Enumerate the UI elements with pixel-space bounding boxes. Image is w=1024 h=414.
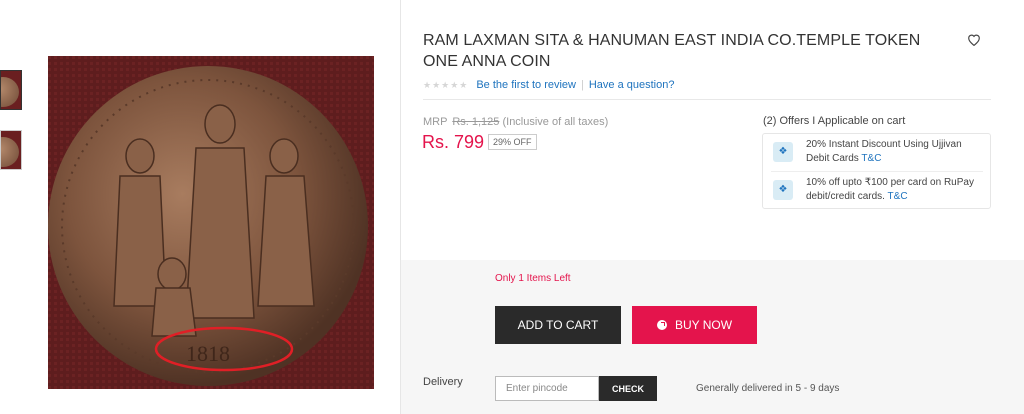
offer-divider bbox=[771, 171, 983, 172]
offer-terms-link[interactable]: T&C bbox=[888, 191, 908, 202]
tax-note: (Inclusive of all taxes) bbox=[502, 116, 609, 128]
offer-item: ❖ 20% Instant Discount Using Ujjivan Deb… bbox=[773, 138, 985, 166]
buy-panel: Only 1 Items Left ADD TO CART BUY NOW De… bbox=[401, 260, 1024, 414]
delivery-eta: Generally delivered in 5 - 9 days bbox=[696, 383, 840, 394]
question-link[interactable]: Have a question? bbox=[589, 79, 675, 91]
section-divider bbox=[423, 99, 991, 100]
add-to-cart-button[interactable]: ADD TO CART bbox=[495, 306, 621, 344]
offer-terms-link[interactable]: T&C bbox=[861, 153, 881, 164]
mrp-value: Rs. 1,125 bbox=[452, 116, 500, 128]
tag-icon: ❖ bbox=[773, 142, 793, 162]
rating-row: ★★★★★ Be the first to review | Have a qu… bbox=[423, 79, 674, 91]
thumbnail-1[interactable] bbox=[0, 70, 22, 110]
lightning-icon bbox=[656, 320, 667, 330]
product-main-image[interactable]: 1818 bbox=[48, 56, 374, 389]
stock-status: Only 1 Items Left bbox=[495, 273, 571, 284]
discount-badge: 29% OFF bbox=[488, 134, 537, 150]
offer-text: 20% Instant Discount Using Ujjivan Debit… bbox=[806, 139, 962, 164]
selling-price: Rs. 799 bbox=[422, 132, 485, 152]
rating-separator: | bbox=[581, 79, 584, 91]
thumbnail-strip bbox=[0, 70, 22, 190]
thumbnail-2[interactable] bbox=[0, 130, 22, 170]
buy-now-button[interactable]: BUY NOW bbox=[632, 306, 757, 344]
pincode-input[interactable] bbox=[495, 376, 599, 401]
offers-title: (2) Offers I Applicable on cart bbox=[763, 115, 906, 127]
mrp-label: MRP bbox=[423, 116, 448, 128]
tag-icon: ❖ bbox=[773, 180, 793, 200]
product-details: RAM LAXMAN SITA & HANUMAN EAST INDIA CO.… bbox=[401, 0, 1024, 414]
buy-now-label: BUY NOW bbox=[674, 318, 733, 332]
coin-year: 1818 bbox=[186, 341, 230, 366]
star-rating-icon: ★★★★★ bbox=[423, 79, 469, 90]
delivery-label: Delivery bbox=[423, 376, 463, 388]
check-pincode-button[interactable]: CHECK bbox=[599, 376, 657, 401]
product-gallery: 1818 bbox=[0, 0, 400, 414]
heart-outline-icon[interactable] bbox=[967, 33, 983, 49]
offers-box: ❖ 20% Instant Discount Using Ujjivan Deb… bbox=[762, 133, 991, 209]
mrp-line: MRP Rs. 1,125 (Inclusive of all taxes) bbox=[423, 116, 608, 128]
review-link[interactable]: Be the first to review bbox=[476, 79, 576, 91]
product-title: RAM LAXMAN SITA & HANUMAN EAST INDIA CO.… bbox=[423, 32, 921, 70]
offer-item: ❖ 10% off upto ₹100 per card on RuPay de… bbox=[773, 176, 985, 204]
